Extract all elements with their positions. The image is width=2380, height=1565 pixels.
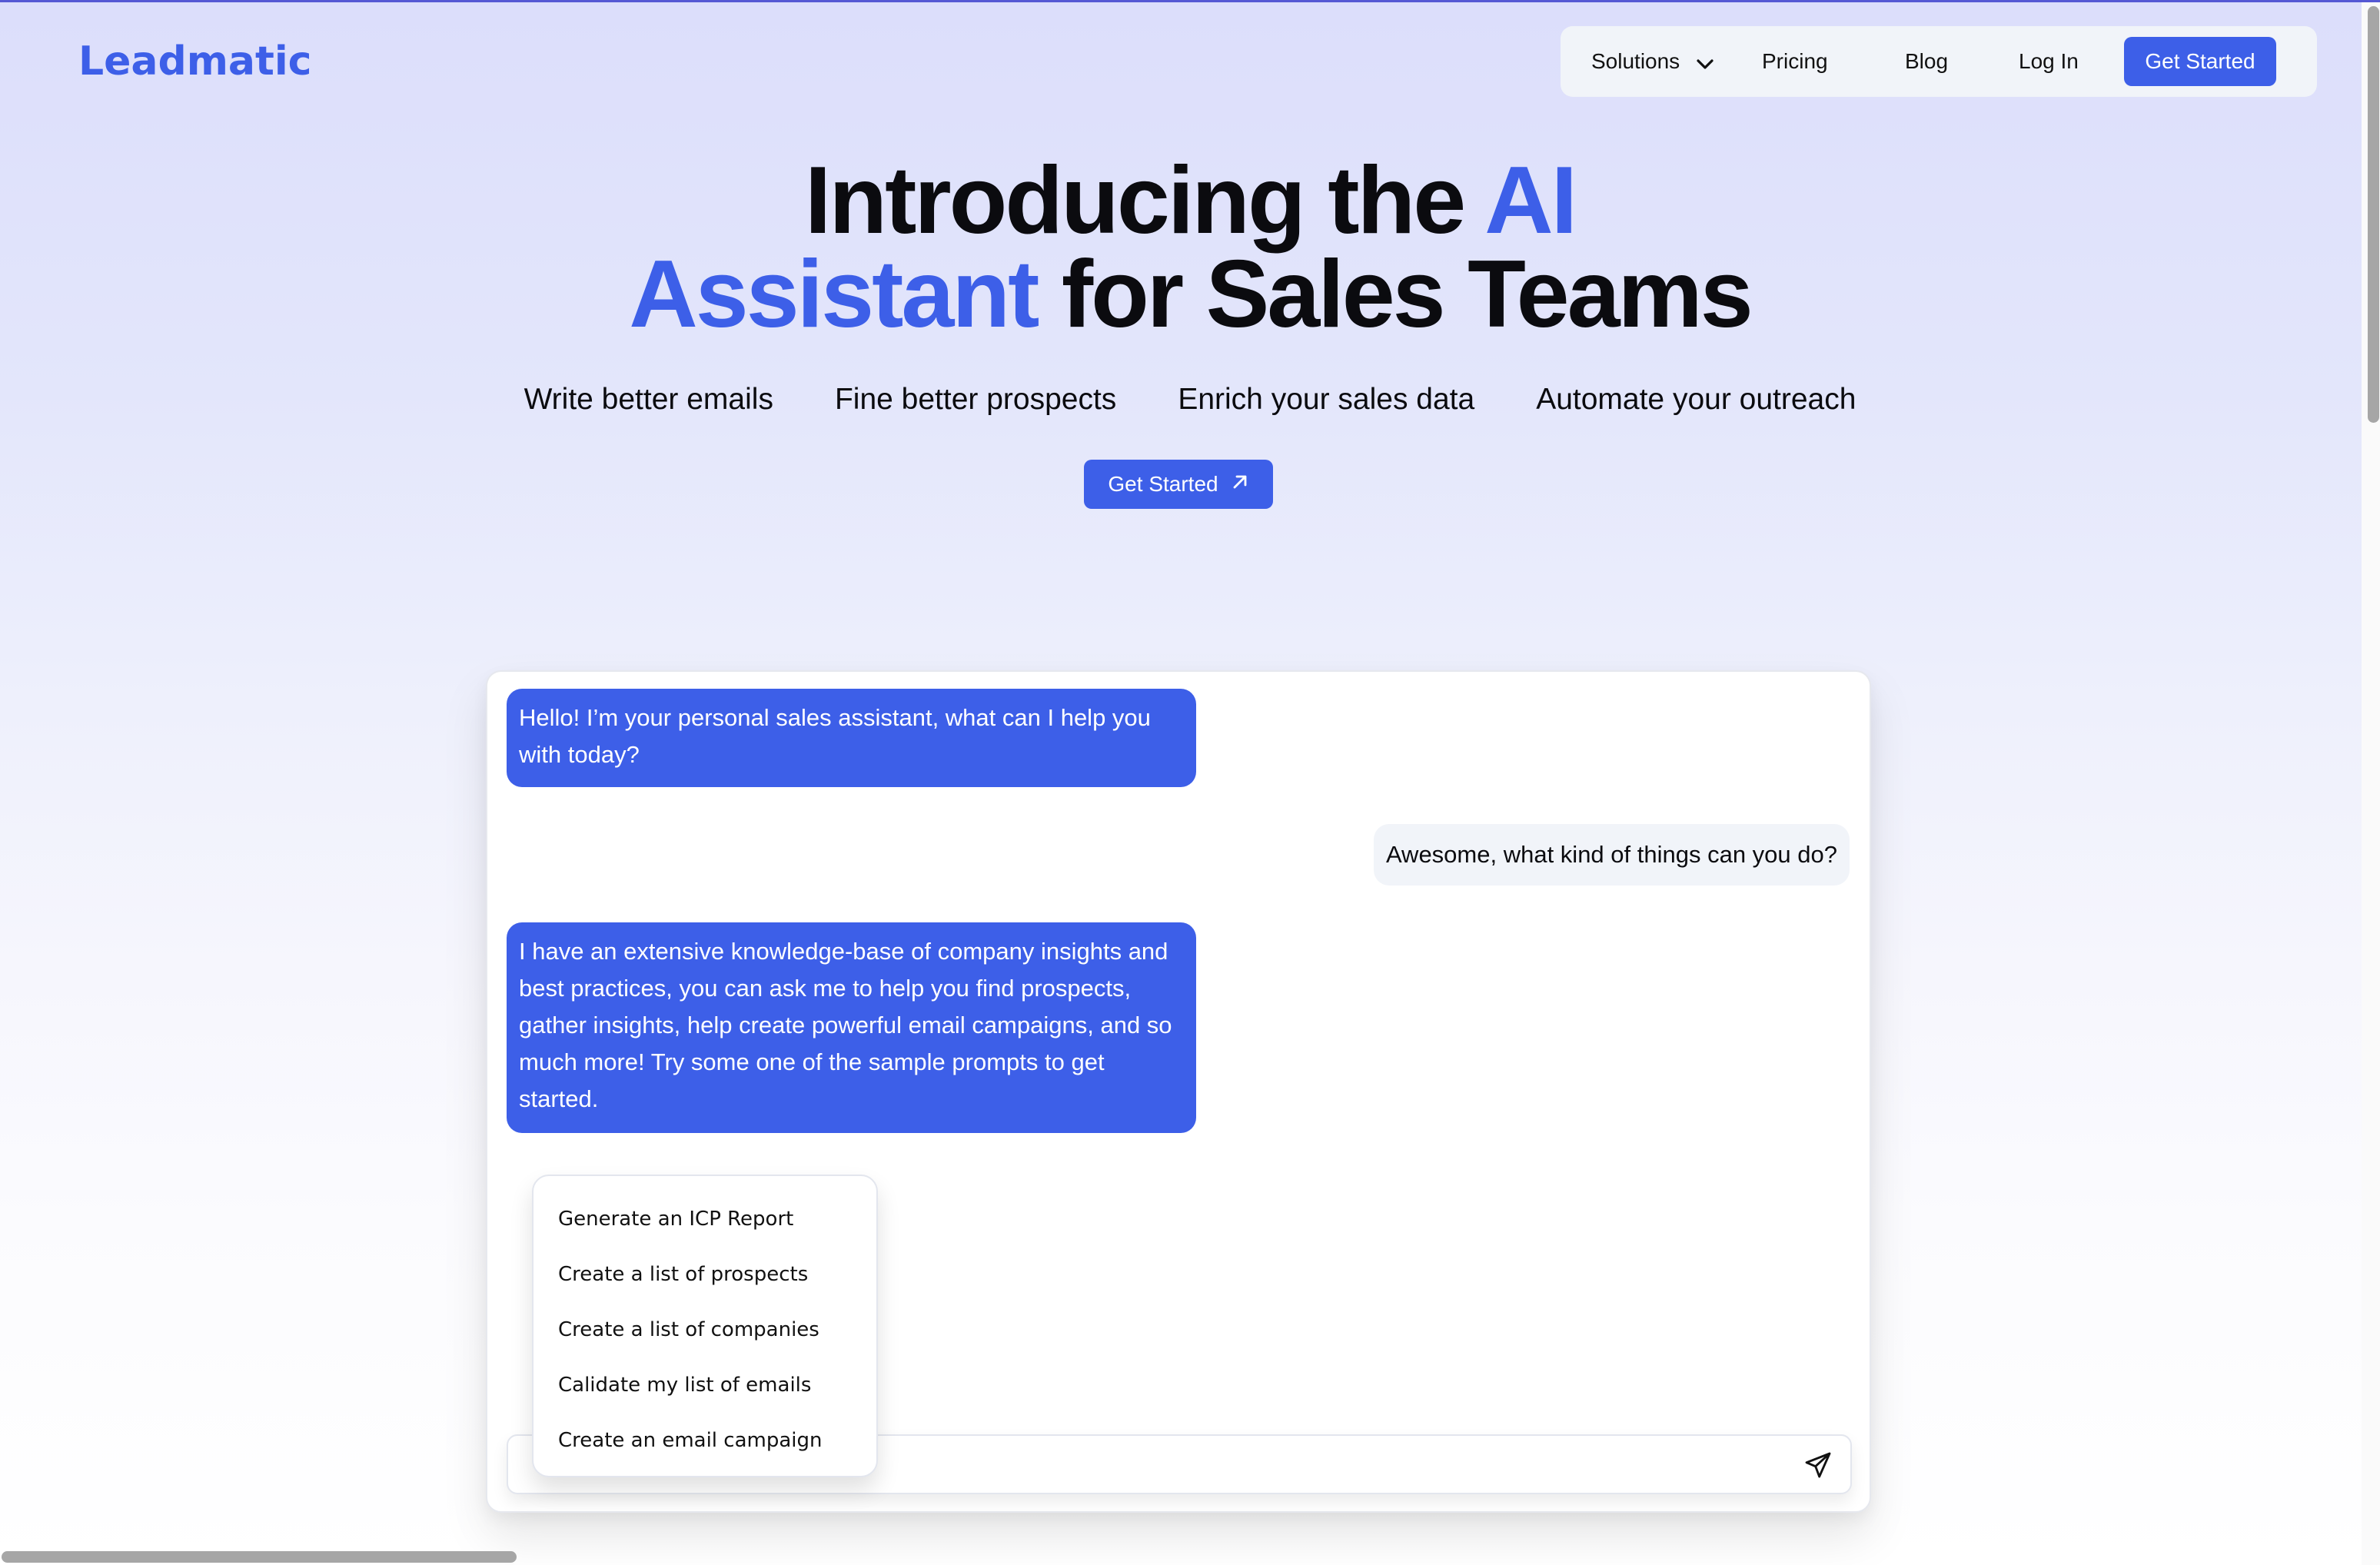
headline-text-2: for Sales Teams [1037,241,1753,347]
hero-cta-label: Get Started [1108,472,1218,496]
nav-blog[interactable]: Blog [1905,26,1948,97]
horizontal-scrollbar-thumb[interactable] [2,1551,517,1563]
send-icon[interactable] [1803,1450,1833,1480]
feature-item: Automate your outreach [1536,383,1856,416]
arrow-up-right-icon [1231,472,1249,497]
feature-item: Write better emails [524,383,773,416]
sample-prompt-item[interactable]: Calidate my list of emails [534,1357,876,1413]
sample-prompt-item[interactable]: Create a list of prospects [534,1247,876,1302]
chevron-down-icon [1697,28,1714,98]
logo[interactable]: Leadmatic [78,38,312,85]
feature-item: Fine better prospects [834,383,1117,416]
headline-accent-ai: AI [1484,148,1577,254]
nav-pricing[interactable]: Pricing [1762,26,1828,97]
hero-get-started-button[interactable]: Get Started [1084,460,1273,509]
headline-accent-assistant: Assistant [629,241,1039,347]
feature-item: Enrich your sales data [1178,383,1475,416]
feature-list: Write better emails Fine better prospect… [0,383,2380,417]
hero-headline: Introducing the AI Assistant for Sales T… [0,153,2380,342]
sample-prompts-menu: Generate an ICP Report Create a list of … [532,1175,878,1477]
nav-login[interactable]: Log In [2019,26,2079,97]
top-nav: Solutions Pricing Blog Log In Get Starte… [1561,26,2317,97]
vertical-scrollbar-thumb[interactable] [2368,6,2379,423]
nav-get-started-button[interactable]: Get Started [2124,37,2276,86]
sample-prompt-item[interactable]: Create a list of companies [534,1302,876,1357]
sample-prompt-item[interactable]: Generate an ICP Report [534,1191,876,1247]
sample-prompt-item[interactable]: Create an email campaign [534,1413,876,1468]
nav-solutions-label: Solutions [1591,49,1680,73]
user-message: Awesome, what kind of things can you do? [1373,824,1850,886]
assistant-message: Hello! I’m your personal sales assistant… [507,689,1196,787]
headline-text-1: Introducing the [804,148,1485,254]
window-top-border [0,0,2380,2]
nav-solutions[interactable]: Solutions [1591,26,1714,97]
assistant-message: I have an extensive knowledge-base of co… [507,922,1196,1133]
